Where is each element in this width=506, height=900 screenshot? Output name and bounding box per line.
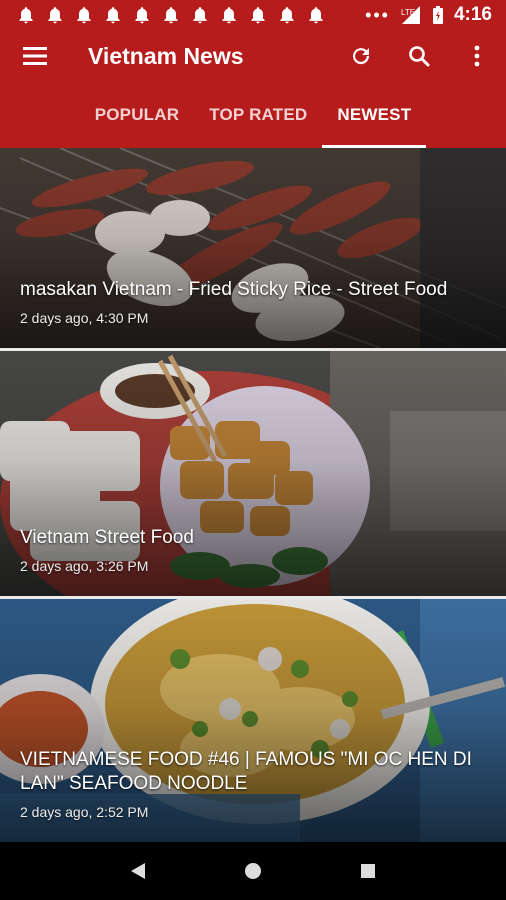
recents-button[interactable] [348,851,388,891]
app-bar: Vietnam News [0,30,506,82]
card-text: Vietnam Street Food 2 days ago, 3:26 PM [20,526,476,574]
status-right: ••• LTE 4:16 [365,4,492,26]
card-text: VIETNAMESE FOOD #46 | FAMOUS "MI OC HEN … [20,748,476,820]
notification-icons [16,5,326,25]
card-timestamp: 2 days ago, 2:52 PM [20,804,149,820]
card-timestamp: 2 days ago, 4:30 PM [20,310,149,326]
notification-bell-icon [164,7,178,24]
more-vert-icon [474,45,480,67]
tab-popular[interactable]: POPULAR [80,82,195,148]
status-bar: ••• LTE 4:16 [0,0,506,30]
menu-icon [23,47,47,65]
tab-top-rated[interactable]: TOP RATED [194,82,322,148]
card-text: masakan Vietnam - Fried Sticky Rice - St… [20,278,476,326]
notification-bell-icon [135,7,149,24]
svg-text:LTE: LTE [401,8,415,17]
lte-signal-icon: LTE [401,6,420,24]
card-title: Vietnam Street Food [20,527,194,548]
home-button[interactable] [233,851,273,891]
card-title: VIETNAMESE FOOD #46 | FAMOUS "MI OC HEN … [20,749,472,794]
system-navigation-bar [0,842,506,900]
home-circle-icon [244,863,261,879]
refresh-icon [353,48,370,65]
search-button[interactable] [390,30,448,82]
menu-button[interactable] [0,30,70,82]
news-card[interactable]: VIETNAMESE FOOD #46 | FAMOUS "MI OC HEN … [0,599,506,842]
card-title: masakan Vietnam - Fried Sticky Rice - St… [20,279,448,300]
notification-bell-icon [19,7,33,24]
app-actions [332,30,506,82]
notification-bell-icon [309,7,323,24]
search-icon [409,46,430,67]
notification-bell-icon [77,7,91,24]
battery-icon [432,6,443,24]
news-feed: masakan Vietnam - Fried Sticky Rice - St… [0,148,506,842]
notification-bell-icon [106,7,120,24]
notification-bell-icon [280,7,294,24]
back-triangle-icon [130,863,145,879]
status-time: 4:16 [453,4,492,25]
news-card[interactable]: masakan Vietnam - Fried Sticky Rice - St… [0,148,506,348]
notification-bell-icon [48,7,62,24]
notification-bell-icon [251,7,265,24]
more-options-button[interactable] [448,30,506,82]
app-title: Vietnam News [88,42,244,69]
notification-bell-icon [193,7,207,24]
news-card[interactable]: Vietnam Street Food 2 days ago, 3:26 PM [0,351,506,596]
refresh-button[interactable] [332,30,390,82]
back-button[interactable] [118,851,158,891]
notification-bell-icon [222,7,236,24]
card-timestamp: 2 days ago, 3:26 PM [20,558,149,574]
recents-square-icon [361,864,376,878]
overflow-dots-icon: ••• [365,4,390,25]
tab-bar: POPULAR TOP RATED NEWEST [0,82,506,148]
tab-newest[interactable]: NEWEST [322,82,427,148]
